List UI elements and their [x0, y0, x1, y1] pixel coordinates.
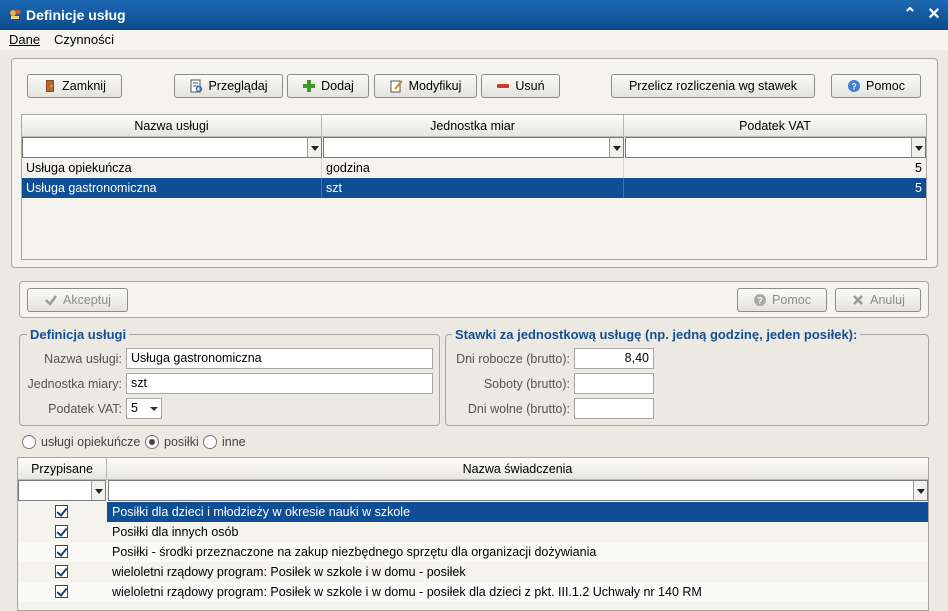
cell-name: Usługa opiekuńcza	[22, 158, 322, 178]
accept-button-label: Akceptuj	[63, 293, 111, 307]
close-button[interactable]: Zamknij	[27, 74, 122, 98]
vat-select[interactable]: 5	[126, 398, 162, 419]
app-icon	[10, 9, 21, 19]
menu-dane[interactable]: Dane	[9, 32, 40, 47]
modify-button-label: Modyfikuj	[408, 79, 462, 93]
service-name-label: Nazwa usługi:	[44, 352, 122, 366]
browse-icon	[190, 79, 203, 93]
radio-meals[interactable]	[145, 435, 159, 449]
workdays-input[interactable]: 8,40	[574, 348, 654, 369]
help-button-label: Pomoc	[866, 79, 905, 93]
holidays-input[interactable]	[574, 398, 654, 419]
col-header-name[interactable]: Nazwa usługi	[22, 115, 322, 137]
col-header-vat[interactable]: Podatek VAT	[624, 115, 926, 137]
collapse-icon[interactable]: ⌃	[901, 6, 919, 24]
delete-button-label: Usuń	[515, 79, 545, 93]
help-icon: ?	[754, 294, 767, 306]
holidays-label: Dni wolne (brutto):	[467, 402, 570, 416]
recalc-button-label: Przelicz rozliczenia wg stawek	[628, 79, 798, 93]
benefit-row-selected[interactable]: Posiłki dla dzieci i młodzieży w okresie…	[18, 502, 928, 522]
svg-text:?: ?	[851, 82, 857, 92]
recalc-button[interactable]: Przelicz rozliczenia wg stawek	[611, 74, 815, 98]
saturdays-input[interactable]	[574, 373, 654, 394]
workdays-label: Dni robocze (brutto):	[456, 352, 570, 366]
assigned-checkbox[interactable]	[55, 565, 68, 578]
benefit-name: Posiłki dla innych osób	[112, 525, 239, 539]
filter-benefit[interactable]	[108, 480, 928, 501]
rates-group-title: Stawki za jednostkową usługę (np. jedną …	[452, 327, 861, 342]
assigned-checkbox[interactable]	[55, 585, 68, 598]
benefit-name: Posiłki dla dzieci i młodzieży w okresie…	[112, 505, 411, 519]
chevron-down-icon[interactable]	[147, 399, 161, 418]
cell-vat: 5	[915, 161, 922, 175]
svg-text:?: ?	[757, 296, 763, 306]
edit-help-button[interactable]: ? Pomoc	[737, 288, 827, 312]
radio-other[interactable]	[203, 435, 217, 449]
radio-care-services[interactable]	[22, 435, 36, 449]
cancel-button-label: Anuluj	[870, 293, 905, 307]
vat-label: Podatek VAT:	[48, 402, 122, 416]
table-row-selected[interactable]: Usługa gastronomiczna szt 5	[22, 178, 926, 198]
filter-assigned[interactable]	[18, 480, 106, 501]
cancel-icon	[853, 295, 864, 305]
edit-help-button-label: Pomoc	[772, 293, 811, 307]
chevron-down-icon[interactable]	[911, 138, 925, 157]
assigned-checkbox[interactable]	[55, 505, 68, 518]
filter-vat[interactable]	[625, 137, 926, 158]
door-icon	[46, 80, 55, 92]
service-name-input[interactable]: Usługa gastronomiczna	[126, 348, 433, 369]
col-header-assigned[interactable]: Przypisane	[18, 458, 107, 480]
chevron-down-icon[interactable]	[913, 481, 927, 500]
add-button[interactable]: Dodaj	[287, 74, 369, 98]
accept-button[interactable]: Akceptuj	[27, 288, 128, 312]
close-window-icon[interactable]: ✕	[925, 6, 943, 24]
benefit-name: wieloletni rządowy program: Posiłek w sz…	[112, 565, 466, 579]
close-button-label: Zamknij	[62, 79, 106, 93]
minus-icon	[497, 84, 510, 88]
saturdays-label: Soboty (brutto):	[483, 377, 570, 391]
radio-other-label[interactable]: inne	[222, 435, 246, 449]
chevron-down-icon[interactable]	[91, 481, 105, 500]
table-row[interactable]: Usługa opiekuńcza godzina 5	[22, 158, 926, 178]
benefit-row[interactable]: wieloletni rządowy program: Posiłek w sz…	[18, 562, 928, 582]
unit-label: Jednostka miary:	[27, 377, 122, 391]
menu-czynnosci[interactable]: Czynności	[54, 32, 114, 47]
window-title: Definicje usług	[26, 7, 126, 23]
benefit-row[interactable]: Posiłki - środki przeznaczone na zakup n…	[18, 542, 928, 562]
browse-button-label: Przeglądaj	[208, 79, 268, 93]
filter-name[interactable]	[22, 137, 322, 158]
edit-icon	[390, 80, 403, 93]
cell-unit: godzina	[322, 158, 624, 178]
cancel-button[interactable]: Anuluj	[835, 288, 921, 312]
col-header-benefit[interactable]: Nazwa świadczenia	[107, 458, 928, 480]
assigned-checkbox[interactable]	[55, 525, 68, 538]
plus-icon	[303, 80, 316, 92]
benefit-row[interactable]: wieloletni rządowy program: Posiłek w sz…	[18, 582, 928, 602]
cell-name: Usługa gastronomiczna	[22, 178, 322, 198]
chevron-down-icon[interactable]	[609, 138, 623, 157]
help-icon: ?	[848, 80, 861, 92]
check-icon	[45, 295, 58, 306]
browse-button[interactable]: Przeglądaj	[174, 74, 283, 98]
benefit-row[interactable]: Posiłki dla innych osób	[18, 522, 928, 542]
add-button-label: Dodaj	[321, 79, 354, 93]
chevron-down-icon[interactable]	[307, 138, 321, 157]
help-button[interactable]: ? Pomoc	[831, 74, 921, 98]
col-header-unit[interactable]: Jednostka miar	[322, 115, 624, 137]
filter-unit[interactable]	[323, 137, 624, 158]
benefit-name: wieloletni rządowy program: Posiłek w sz…	[112, 585, 702, 599]
unit-input[interactable]: szt	[126, 373, 433, 394]
title-bar: Definicje usług ⌃ ✕	[0, 0, 948, 30]
delete-button[interactable]: Usuń	[481, 74, 560, 98]
radio-care-services-label[interactable]: usługi opiekuńcze	[41, 435, 140, 449]
assigned-checkbox[interactable]	[55, 545, 68, 558]
cell-unit: szt	[322, 178, 624, 198]
cell-vat: 5	[915, 181, 922, 195]
modify-button[interactable]: Modyfikuj	[374, 74, 477, 98]
vat-select-value: 5	[131, 401, 138, 415]
definition-group-title: Definicja usługi	[27, 327, 130, 342]
radio-meals-label[interactable]: posiłki	[164, 435, 199, 449]
benefit-name: Posiłki - środki przeznaczone na zakup n…	[112, 545, 597, 559]
menu-bar: Dane Czynności	[0, 30, 948, 50]
